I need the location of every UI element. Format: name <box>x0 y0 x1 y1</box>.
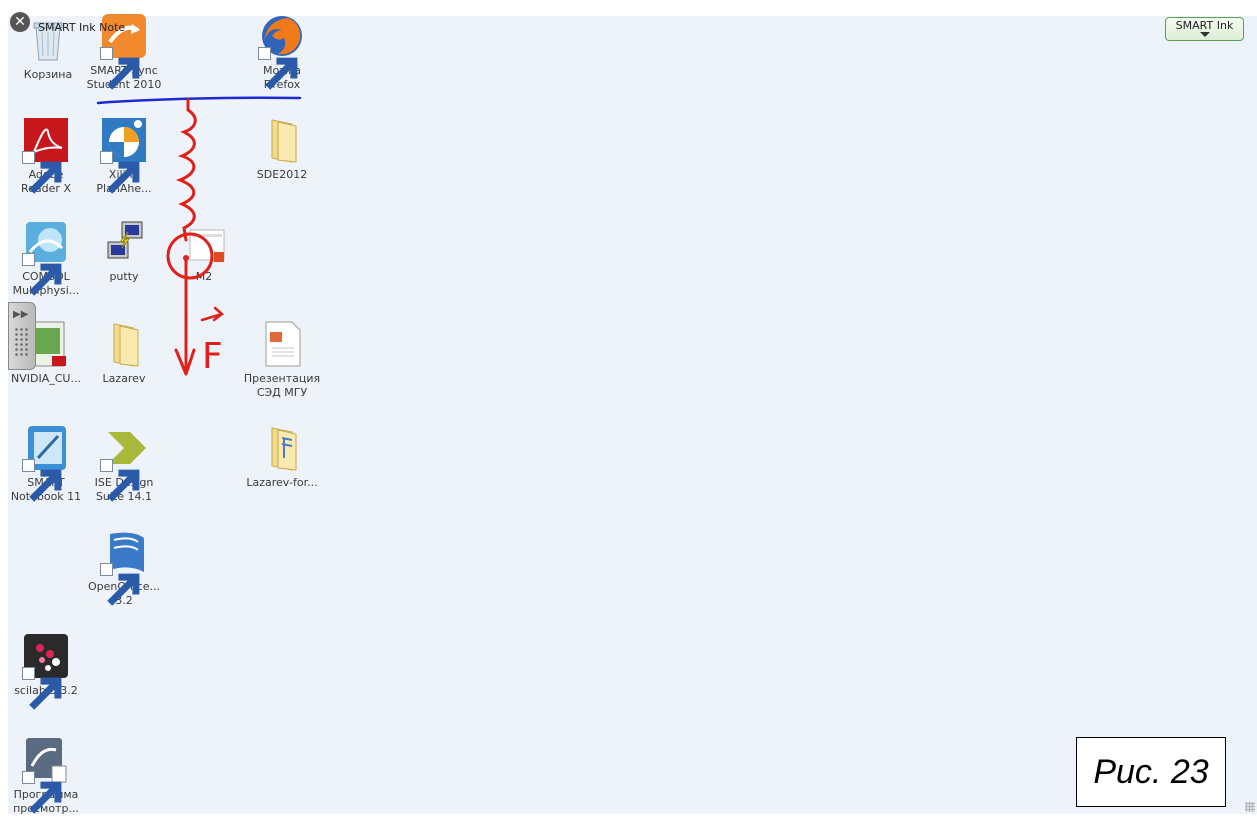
desktop-area[interactable] <box>8 16 1257 814</box>
close-note-button[interactable]: ✕ <box>10 12 30 32</box>
resize-grip-icon[interactable] <box>1245 802 1255 812</box>
desktop-icon-sed-presentation[interactable]: Презентация СЭД МГУ <box>240 320 324 400</box>
shortcut-arrow-icon <box>100 151 140 194</box>
shortcut-arrow-icon <box>100 47 140 90</box>
comsol-icon <box>22 218 70 296</box>
shortcut-arrow-icon <box>22 253 62 296</box>
openoffice-icon <box>100 528 148 606</box>
desktop-icon-ise-design-suite[interactable]: ISE Design Suite 14.1 <box>82 424 166 504</box>
icon-label: Презентация СЭД МГУ <box>243 372 321 399</box>
presentation-file-icon <box>258 320 306 368</box>
desktop-icon-openoffice[interactable]: OpenOffice... 3.2 <box>82 528 166 608</box>
xilinx-planahead-icon <box>100 116 148 194</box>
shortcut-arrow-icon <box>100 459 140 502</box>
desktop-icon-comsol[interactable]: COMSOL Multiphysi... <box>4 218 88 298</box>
desktop-icon-xps-viewer[interactable]: Программа просмотр... <box>4 736 88 816</box>
icon-label: putty <box>109 270 139 283</box>
desktop-icon-putty[interactable]: putty <box>82 218 166 284</box>
icon-label: SDE2012 <box>256 168 308 181</box>
shortcut-arrow-icon <box>22 771 62 814</box>
smart-ink-toolbar-button[interactable]: SMART Ink <box>1165 17 1244 41</box>
icon-label: M2 <box>195 270 213 283</box>
desktop-icon-adobe-reader[interactable]: Adobe Reader X <box>4 116 88 196</box>
shortcut-arrow-icon <box>22 459 62 502</box>
shortcut-arrow-icon <box>100 563 140 606</box>
xps-viewer-icon <box>22 736 70 814</box>
desktop-icon-lazarev-for[interactable]: Lazarev-for... <box>240 424 324 490</box>
folder-icon <box>258 424 306 472</box>
double-chevron-right-icon: ▶▶ <box>13 309 29 320</box>
desktop-icon-smart-notebook[interactable]: SMART Notebook 11 <box>4 424 88 504</box>
chevron-down-icon <box>1200 32 1210 37</box>
shortcut-arrow-icon <box>258 47 298 90</box>
adobe-reader-icon <box>22 116 70 194</box>
ink-note-title: SMART Ink Note <box>38 21 126 34</box>
sidebar-toggle-handle[interactable]: ▶▶ <box>8 302 36 370</box>
folder-icon <box>258 116 306 164</box>
desktop-icon-m2[interactable]: M2 <box>162 218 246 284</box>
icon-label: Lazarev-for... <box>246 476 318 489</box>
shortcut-arrow-icon <box>22 667 62 710</box>
icon-label: Lazarev <box>102 372 146 385</box>
shortcut-arrow-icon <box>22 151 62 194</box>
smart-notebook-icon <box>22 424 70 502</box>
icon-label: Корзина <box>23 68 73 81</box>
desktop-icon-firefox[interactable]: Mozilla Firefox <box>240 12 324 92</box>
icon-label: NVIDIA_CU... <box>11 372 81 385</box>
desktop-icon-xilinx-planahead[interactable]: Xilinx PlanAhe... <box>82 116 166 196</box>
smart-sync-icon <box>100 12 148 90</box>
presentation-file-icon <box>180 218 228 266</box>
putty-icon <box>100 218 148 266</box>
smart-ink-button-label: SMART Ink <box>1175 19 1234 32</box>
folder-icon <box>100 320 148 368</box>
grip-dots-icon <box>14 327 28 357</box>
desktop-icon-sde2012[interactable]: SDE2012 <box>240 116 324 182</box>
ise-design-suite-icon <box>100 424 148 502</box>
firefox-icon <box>258 12 306 90</box>
figure-caption: Рис. 23 <box>1076 737 1226 807</box>
desktop-icon-lazarev[interactable]: Lazarev <box>82 320 166 386</box>
scilab-icon <box>22 632 70 710</box>
desktop-icon-scilab[interactable]: scilab-5.3.2 <box>4 632 88 710</box>
